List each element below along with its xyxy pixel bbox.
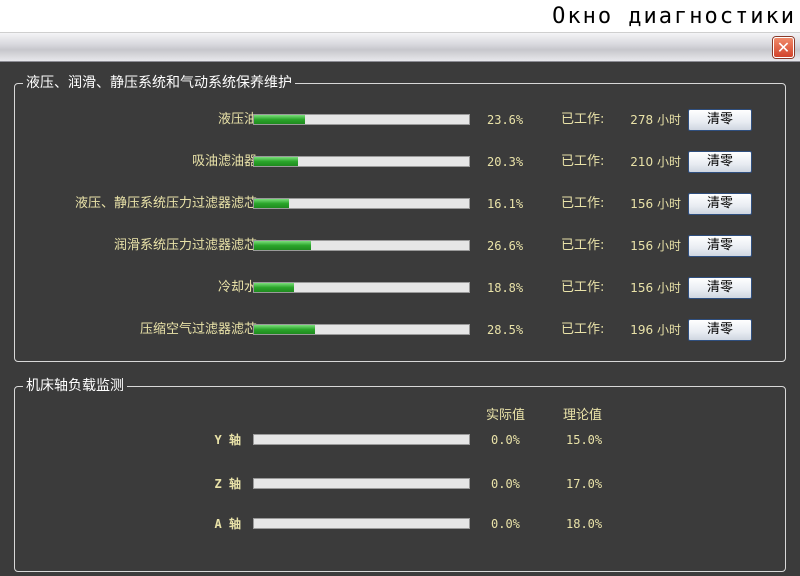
worked-hours: 210 小时 [630, 155, 681, 169]
wear-progress-fill [254, 199, 289, 208]
maintenance-row-suction-filter: 吸油滤油器 20.3% 已工作: 210 小时 清零 [15, 151, 785, 173]
item-label: 吸油滤油器 [191, 154, 257, 169]
axis-load-group: 机床轴负载监测 实际值 理论值 Y 轴 0.0% 15.0% Z 轴 0.0% … [14, 377, 786, 572]
title-bar: ✕ [0, 33, 800, 62]
reset-button[interactable]: 清零 [688, 193, 752, 215]
actual-value: 0.0% [491, 517, 520, 531]
worked-hours: 196 小时 [630, 323, 681, 337]
axis-row-y: Y 轴 0.0% 15.0% [15, 430, 785, 450]
worked-hours: 278 小时 [630, 113, 681, 127]
maintenance-row-hydraulic-oil: 液压油 23.6% 已工作: 278 小时 清零 [15, 109, 785, 131]
wear-progress-fill [254, 283, 295, 292]
wear-progress-bar [253, 114, 470, 125]
maintenance-group: 液压、润滑、静压系统和气动系统保养维护 液压油 23.6% 已工作: 278 小… [14, 74, 786, 362]
actual-value: 0.0% [491, 433, 520, 447]
wear-progress-fill [254, 325, 316, 334]
theory-value: 15.0% [566, 433, 603, 447]
wear-progress-bar [253, 198, 470, 209]
worked-label: 已工作: [561, 322, 605, 337]
wear-percent: 23.6% [487, 113, 524, 127]
wear-progress-fill [254, 157, 298, 166]
axis-row-z: Z 轴 0.0% 17.0% [15, 474, 785, 494]
axis-label: Z 轴 [214, 477, 241, 491]
worked-label: 已工作: [561, 112, 605, 127]
diagnostics-window: ✕ 液压、润滑、静压系统和气动系统保养维护 液压油 23.6% 已工作: 278… [0, 32, 800, 576]
axis-load-bar [253, 478, 470, 489]
axis-load-bar [253, 434, 470, 445]
actual-value: 0.0% [491, 477, 520, 491]
axis-label: Y 轴 [214, 433, 241, 447]
reset-button[interactable]: 清零 [688, 109, 752, 131]
reset-button[interactable]: 清零 [688, 235, 752, 257]
wear-progress-bar [253, 324, 470, 335]
item-label: 压缩空气过滤器滤芯 [139, 322, 257, 337]
theory-value: 17.0% [566, 477, 603, 491]
item-label: 液压油 [217, 112, 257, 127]
worked-hours: 156 小时 [630, 281, 681, 295]
maintenance-row-hydrostatic-filter: 液压、静压系统压力过滤器滤芯 16.1% 已工作: 156 小时 清零 [15, 193, 785, 215]
axis-label: A 轴 [214, 517, 241, 531]
window-caption: Окно диагностики [552, 4, 796, 29]
wear-percent: 18.8% [487, 281, 524, 295]
reset-button[interactable]: 清零 [688, 151, 752, 173]
worked-hours: 156 小时 [630, 239, 681, 253]
wear-progress-bar [253, 240, 470, 251]
item-label: 液压、静压系统压力过滤器滤芯 [74, 196, 257, 211]
wear-progress-fill [254, 115, 305, 124]
worked-label: 已工作: [561, 280, 605, 295]
wear-progress-bar [253, 282, 470, 293]
worked-label: 已工作: [561, 238, 605, 253]
axis-row-a: A 轴 0.0% 18.0% [15, 514, 785, 534]
close-icon[interactable]: ✕ [773, 37, 794, 58]
worked-hours: 156 小时 [630, 197, 681, 211]
theory-value-header: 理论值 [563, 408, 603, 423]
axis-load-bar [253, 518, 470, 529]
item-label: 润滑系统压力过滤器滤芯 [113, 238, 257, 253]
wear-percent: 26.6% [487, 239, 524, 253]
wear-progress-bar [253, 156, 470, 167]
reset-button[interactable]: 清零 [688, 319, 752, 341]
theory-value: 18.0% [566, 517, 603, 531]
maintenance-row-lubrication-filter: 润滑系统压力过滤器滤芯 26.6% 已工作: 156 小时 清零 [15, 235, 785, 257]
wear-percent: 16.1% [487, 197, 524, 211]
reset-button[interactable]: 清零 [688, 277, 752, 299]
maintenance-group-title: 液压、润滑、静压系统和气动系统保养维护 [23, 74, 295, 92]
worked-label: 已工作: [561, 154, 605, 169]
axis-load-group-title: 机床轴负载监测 [23, 377, 127, 395]
worked-label: 已工作: [561, 196, 605, 211]
maintenance-row-cooling-water: 冷却水 18.8% 已工作: 156 小时 清零 [15, 277, 785, 299]
actual-value-header: 实际值 [486, 408, 526, 423]
wear-percent: 20.3% [487, 155, 524, 169]
item-label: 冷却水 [217, 280, 257, 295]
maintenance-row-compressed-air-filter: 压缩空气过滤器滤芯 28.5% 已工作: 196 小时 清零 [15, 319, 785, 341]
wear-progress-fill [254, 241, 312, 250]
wear-percent: 28.5% [487, 323, 524, 337]
